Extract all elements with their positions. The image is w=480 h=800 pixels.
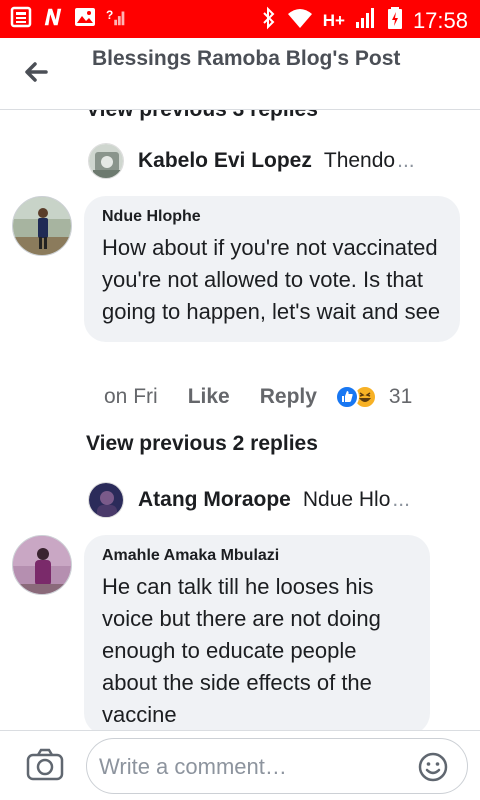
like-reaction-icon	[334, 385, 359, 409]
comment-bubble: Amahle Amaka Mbulazi He can talk till he…	[84, 535, 430, 730]
comment-bubble: Ndue Hlophe How about if you're not vacc…	[84, 196, 460, 342]
comment-author-name[interactable]: Ndue Hlophe	[102, 208, 442, 226]
comment-composer	[0, 730, 480, 800]
reply-preview[interactable]: Atang Moraope Ndue Hlo ...	[88, 480, 410, 520]
network-type: H+	[322, 11, 345, 30]
status-bar-left: ?	[10, 6, 128, 28]
avatar[interactable]	[88, 482, 124, 518]
view-previous-replies-link[interactable]: View previous 2 replies	[86, 432, 318, 456]
like-button[interactable]: Like	[188, 385, 230, 409]
emoji-icon[interactable]	[417, 751, 449, 783]
comment-text: How about if you're not vaccinated you'r…	[102, 235, 441, 324]
reply-ellipsis: ...	[392, 488, 410, 511]
n-app-icon	[42, 6, 64, 28]
comment-text: He can talk till he looses his voice but…	[102, 574, 381, 727]
status-bar: ? H+ 17:58	[0, 0, 480, 38]
comment-actions: on Fri Like Reply 31	[104, 382, 412, 412]
reply-snippet: Thendo	[323, 149, 396, 172]
avatar[interactable]	[12, 535, 72, 595]
reaction-count: 31	[388, 385, 413, 408]
reply-button[interactable]: Reply	[260, 385, 317, 409]
reply-preview[interactable]: Kabelo Evi Lopez Thendo ...	[88, 141, 415, 181]
signal-question-icon: ?	[106, 6, 128, 28]
reply-snippet: Ndue Hlo	[302, 488, 391, 511]
battery-icon	[387, 6, 403, 36]
bluetooth-icon	[261, 6, 277, 36]
avatar[interactable]	[88, 143, 124, 179]
comment-thread: View previous 3 replies Kabelo Evi Lopez…	[0, 110, 480, 730]
comment-input[interactable]	[99, 749, 399, 785]
comment-timestamp[interactable]: on Fri	[104, 385, 158, 409]
comment-author-name[interactable]: Amahle Amaka Mbulazi	[102, 547, 412, 565]
camera-icon[interactable]	[26, 748, 64, 782]
comment-input-box[interactable]	[86, 738, 468, 794]
post-header: Blessings Ramoba Blog's Post	[0, 38, 480, 110]
status-bar-right: H+ 17:58	[261, 6, 468, 36]
reply-author-name[interactable]: Atang Moraope	[138, 488, 291, 512]
status-time: 17:58	[412, 8, 468, 33]
reactions-summary[interactable]: 31	[334, 385, 413, 409]
svg-text:?: ?	[106, 8, 113, 22]
cell-signal-icon	[355, 7, 377, 35]
news-icon	[10, 6, 32, 28]
reply-author-name[interactable]: Kabelo Evi Lopez	[138, 149, 312, 173]
reply-ellipsis: ...	[397, 149, 415, 172]
back-arrow-icon[interactable]	[20, 56, 52, 88]
view-previous-replies-link[interactable]: View previous 3 replies	[86, 110, 318, 122]
page-title: Blessings Ramoba Blog's Post	[92, 47, 401, 70]
avatar[interactable]	[12, 196, 72, 256]
gallery-icon	[74, 6, 96, 28]
wifi-icon	[287, 7, 313, 35]
